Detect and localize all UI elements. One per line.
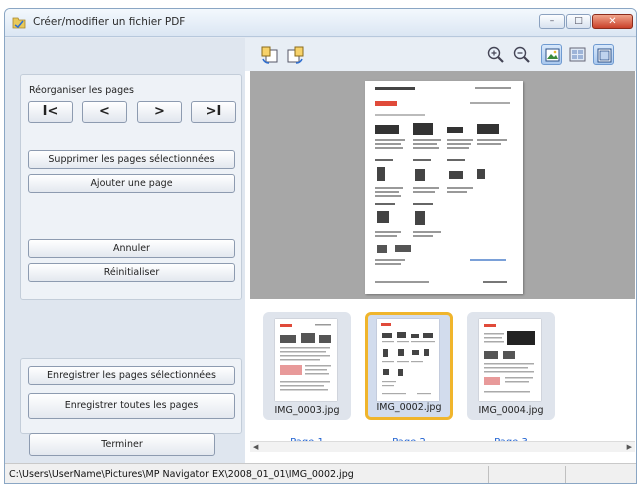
right-area: IMG_0003.jpg Page 1 IMG_0002.jpg xyxy=(245,38,636,463)
horizontal-scrollbar[interactable]: ◀ ▶ xyxy=(250,441,635,452)
thumbnail-filename: IMG_0004.jpg xyxy=(478,405,544,416)
thumbnail-page-2[interactable]: IMG_0002.jpg xyxy=(365,312,453,420)
thumbnail-filename: IMG_0002.jpg xyxy=(376,402,442,413)
zoom-out-icon[interactable] xyxy=(511,44,532,65)
finish-button[interactable]: Terminer xyxy=(29,433,215,456)
previous-page-button[interactable]: < xyxy=(82,101,127,123)
thumbnail-image xyxy=(275,319,337,401)
page-preview[interactable] xyxy=(250,71,635,299)
scroll-left-icon[interactable]: ◀ xyxy=(253,442,258,452)
save-pages-group: Enregistrer les pages sélectionnées Enre… xyxy=(20,358,242,434)
save-all-pages-button[interactable]: Enregistrer toutes les pages xyxy=(28,393,235,419)
single-page-view-icon[interactable] xyxy=(593,44,614,65)
scroll-right-icon[interactable]: ▶ xyxy=(627,442,632,452)
file-path: C:\Users\UserName\Pictures\MP Navigator … xyxy=(9,469,354,480)
thumbnail-image xyxy=(377,319,439,401)
reset-button[interactable]: Réinitialiser xyxy=(28,263,235,282)
delete-selected-pages-button[interactable]: Supprimer les pages sélectionnées xyxy=(28,150,235,169)
maximize-button[interactable]: □ xyxy=(566,14,591,29)
status-separator xyxy=(565,466,566,483)
thumbnail-filename: IMG_0003.jpg xyxy=(274,405,340,416)
add-page-button[interactable]: Ajouter une page xyxy=(28,174,235,193)
app-icon xyxy=(12,17,26,29)
rotate-left-icon[interactable] xyxy=(259,44,280,65)
rotate-right-icon[interactable] xyxy=(285,44,306,65)
status-separator xyxy=(488,466,489,483)
close-button[interactable]: ✕ xyxy=(592,14,633,29)
thumbnail-page-1[interactable]: IMG_0003.jpg xyxy=(263,312,351,420)
left-panel: Réorganiser les pages I< < > >I Supprime… xyxy=(5,38,245,463)
last-page-button[interactable]: >I xyxy=(191,101,236,123)
first-page-button[interactable]: I< xyxy=(28,101,73,123)
title-bar[interactable]: Créer/modifier un fichier PDF – □ ✕ xyxy=(5,9,636,37)
thumbnail-strip: IMG_0003.jpg Page 1 IMG_0002.jpg xyxy=(250,299,635,452)
next-page-button[interactable]: > xyxy=(137,101,182,123)
reorder-pages-group: Réorganiser les pages I< < > >I Supprime… xyxy=(20,74,242,300)
save-selected-pages-button[interactable]: Enregistrer les pages sélectionnées xyxy=(28,366,235,385)
minimize-button[interactable]: – xyxy=(539,14,565,29)
app-window: Créer/modifier un fichier PDF – □ ✕ Réor… xyxy=(4,8,637,484)
thumbnail-image xyxy=(479,319,541,401)
thumbnail-page-3[interactable]: IMG_0004.jpg xyxy=(467,312,555,420)
full-screen-icon[interactable] xyxy=(541,44,562,65)
minimize-icon: – xyxy=(549,16,555,26)
close-icon: ✕ xyxy=(608,16,617,27)
preview-page-content xyxy=(375,87,511,283)
preview-page xyxy=(365,81,523,294)
status-bar: C:\Users\UserName\Pictures\MP Navigator … xyxy=(5,463,636,483)
zoom-in-icon[interactable] xyxy=(485,44,506,65)
maximize-icon: □ xyxy=(574,16,583,26)
undo-button[interactable]: Annuler xyxy=(28,239,235,258)
thumbnail-view-icon[interactable] xyxy=(567,44,588,65)
reorder-pages-label: Réorganiser les pages xyxy=(29,85,134,96)
toolbar xyxy=(245,38,636,71)
window-title: Créer/modifier un fichier PDF xyxy=(33,16,186,28)
